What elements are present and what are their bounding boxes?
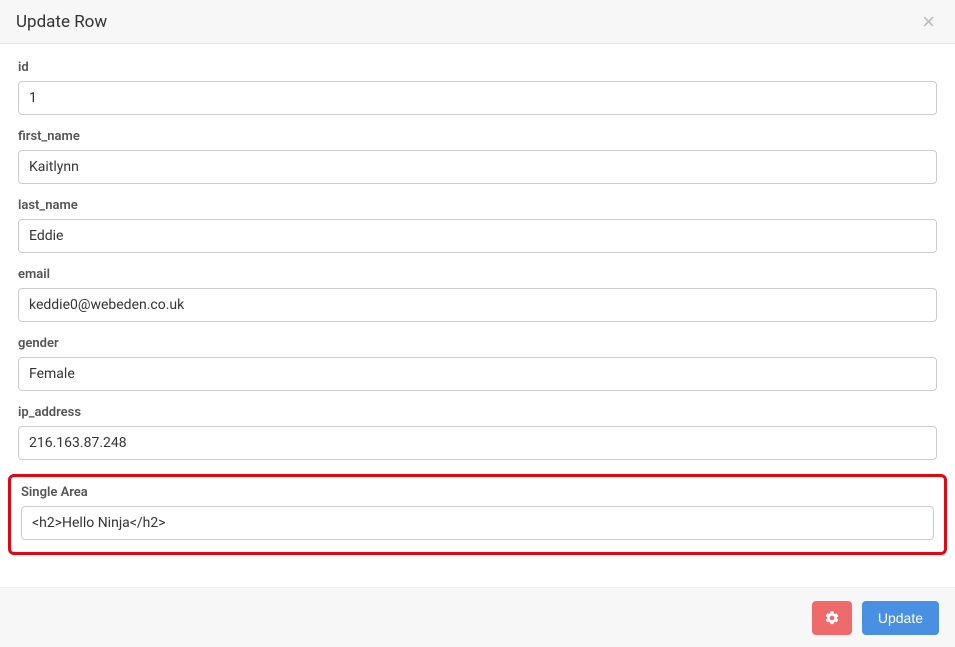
last-name-label: last_name	[18, 198, 937, 213]
modal-body: id first_name last_name email gender ip_…	[0, 44, 955, 573]
first-name-input[interactable]	[18, 150, 937, 184]
close-button[interactable]: ×	[918, 11, 939, 33]
last-name-input[interactable]	[18, 219, 937, 253]
field-group-single-area: Single Area	[8, 474, 947, 555]
id-input[interactable]	[18, 81, 937, 115]
email-input[interactable]	[18, 288, 937, 322]
field-group-email: email	[18, 267, 937, 322]
field-group-gender: gender	[18, 336, 937, 391]
modal-footer: Update	[0, 587, 955, 647]
modal-title: Update Row	[16, 12, 107, 32]
single-area-label: Single Area	[21, 485, 934, 500]
id-label: id	[18, 60, 937, 75]
email-label: email	[18, 267, 937, 282]
gender-input[interactable]	[18, 357, 937, 391]
close-icon: ×	[922, 9, 935, 34]
ip-address-label: ip_address	[18, 405, 937, 420]
field-group-last-name: last_name	[18, 198, 937, 253]
gender-label: gender	[18, 336, 937, 351]
first-name-label: first_name	[18, 129, 937, 144]
field-group-id: id	[18, 60, 937, 115]
field-group-ip-address: ip_address	[18, 405, 937, 460]
settings-button[interactable]	[812, 601, 852, 635]
single-area-input[interactable]	[21, 506, 934, 540]
modal-header: Update Row ×	[0, 0, 955, 44]
field-group-first-name: first_name	[18, 129, 937, 184]
update-button[interactable]: Update	[862, 601, 939, 635]
ip-address-input[interactable]	[18, 426, 937, 460]
gear-icon	[824, 610, 840, 626]
